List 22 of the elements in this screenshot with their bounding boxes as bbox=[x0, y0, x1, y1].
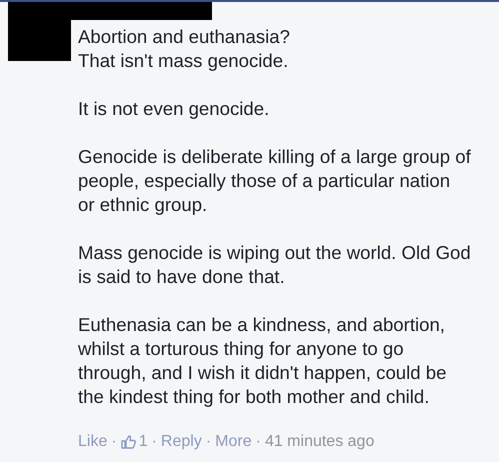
comment-text: through, and I wish it didn't happen, could be bbox=[78, 361, 448, 385]
comment-text: people, especially those of a particular nation bbox=[78, 169, 452, 193]
comment-text: is said to have done that. bbox=[78, 265, 286, 289]
thumbs-up-icon bbox=[120, 435, 136, 449]
comment-text: or ethnic group. bbox=[78, 193, 208, 217]
comment-text: Euthenasia can be a kindness, and abortion, bbox=[78, 313, 446, 337]
separator: · bbox=[111, 433, 117, 451]
comment-text: Genocide is deliberate killing of a large group of bbox=[78, 145, 472, 169]
more-link[interactable]: More bbox=[215, 433, 252, 451]
comment-text: Mass genocide is wiping out the world. Old God bbox=[78, 241, 472, 265]
comment-text: the kindest thing for both mother and child. bbox=[78, 385, 430, 409]
comment-text: whilst a torturous thing for anyone to go bbox=[78, 337, 405, 361]
reply-link[interactable]: Reply bbox=[160, 433, 202, 451]
comment-text: Abortion and euthanasia? bbox=[78, 25, 291, 49]
like-link[interactable]: Like bbox=[78, 433, 108, 451]
comment-text: That isn't mass genocide. bbox=[78, 49, 290, 73]
timestamp: 41 minutes ago bbox=[264, 433, 374, 451]
comment-text: It is not even genocide. bbox=[78, 97, 270, 121]
like-count: 1 bbox=[138, 433, 148, 451]
separator: · bbox=[152, 433, 157, 451]
separator: · bbox=[206, 433, 212, 451]
separator: · bbox=[256, 433, 261, 451]
